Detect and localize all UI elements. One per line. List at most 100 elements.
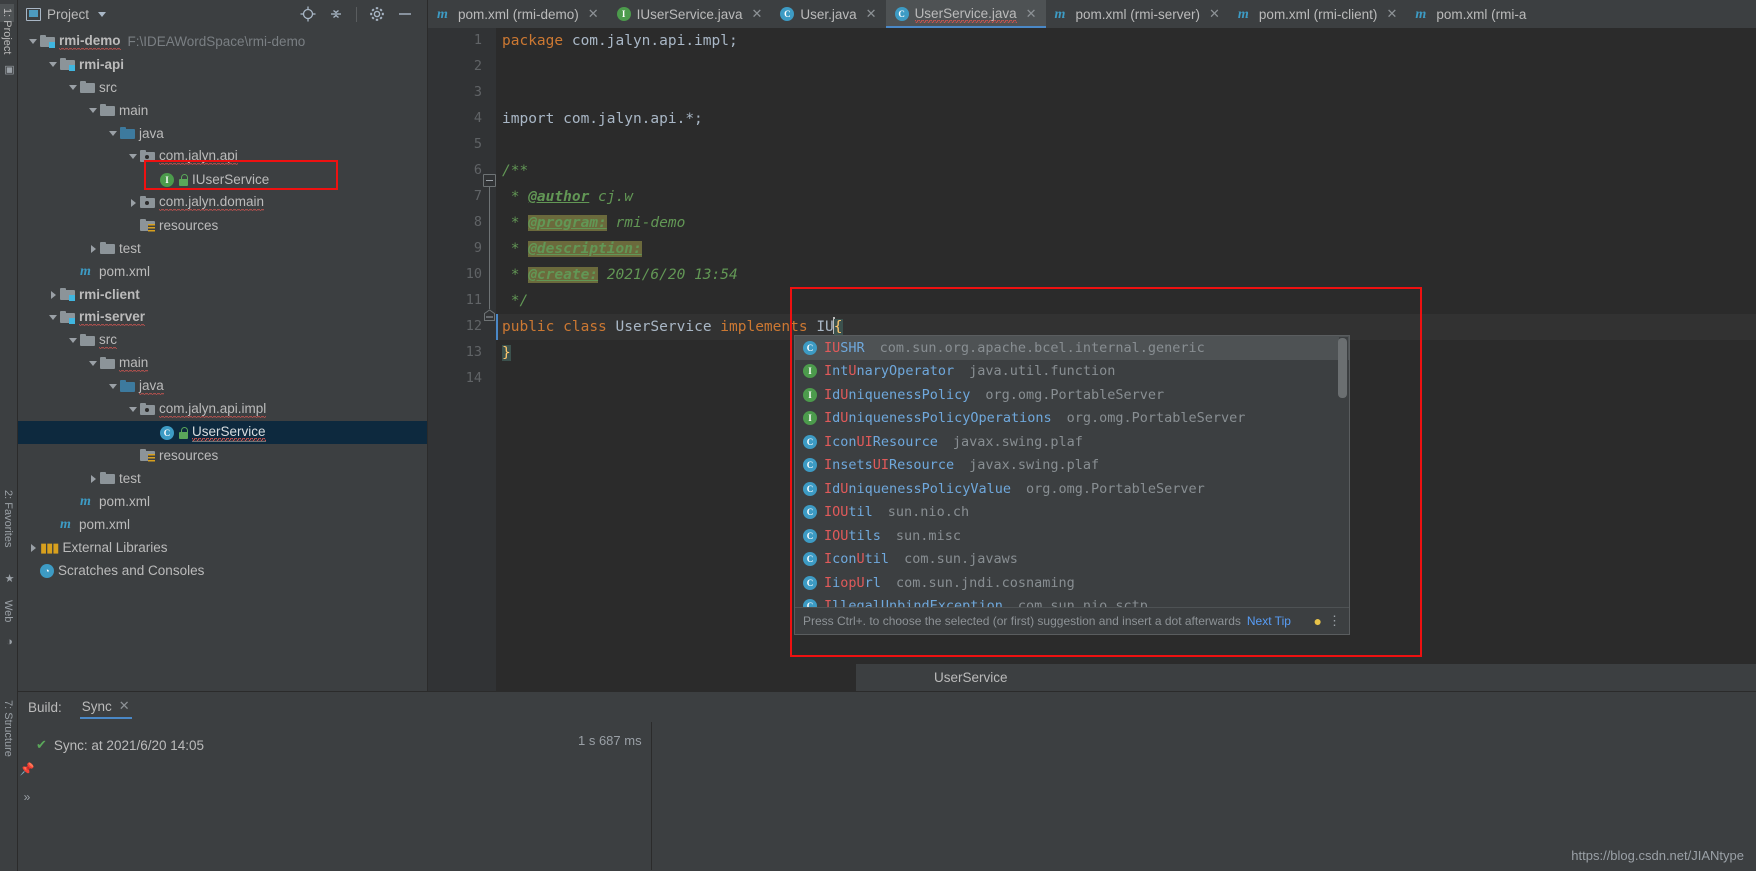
tree-node-pom-xml[interactable]: m pom.xml <box>18 260 427 283</box>
tree-expand-arrow[interactable] <box>66 76 80 99</box>
completion-item[interactable]: C IOUtils sun.misc <box>795 524 1349 548</box>
close-icon[interactable]: ✕ <box>119 698 130 714</box>
tree-node-com-jalyn-api[interactable]: com.jalyn.api <box>18 145 427 168</box>
tree-node-rmi-api[interactable]: rmi-api <box>18 53 427 76</box>
tree-node-com-jalyn-domain[interactable]: com.jalyn.domain <box>18 191 427 214</box>
tree-expand-arrow[interactable] <box>126 145 140 168</box>
tree-expand-arrow[interactable] <box>126 398 140 421</box>
tree-node-pom-xml[interactable]: m pom.xml <box>18 490 427 513</box>
tree-expand-arrow[interactable] <box>86 352 100 375</box>
sidebar-tab-web[interactable]: Web <box>2 600 14 622</box>
tree-node-main[interactable]: main <box>18 352 427 375</box>
tree-expand-arrow[interactable] <box>46 53 60 76</box>
tree-node-resources[interactable]: resources <box>18 444 427 467</box>
tree-node-test[interactable]: test <box>18 237 427 260</box>
tree-node-external-libraries[interactable]: ▮▮▮ External Libraries <box>18 536 427 559</box>
completion-scrollbar-track[interactable] <box>1338 337 1348 607</box>
folder-icon <box>100 472 115 485</box>
tree-node-java[interactable]: java <box>18 122 427 145</box>
fold-column[interactable] <box>483 28 496 691</box>
completion-item[interactable]: I IdUniquenessPolicyOperations org.omg.Por… <box>795 407 1349 431</box>
fold-collapse-icon[interactable] <box>483 174 496 187</box>
editor-tab-iuserservice-java[interactable]: I IUserService.java ✕ <box>608 0 772 28</box>
completion-item[interactable]: C IconUIResource javax.swing.plaf <box>795 430 1349 454</box>
chevron-down-icon[interactable] <box>98 11 107 17</box>
editor-tab-pom-xml-rmi-a[interactable]: m pom.xml (rmi-a <box>1406 0 1535 28</box>
build-results-tree[interactable]: 📌 » ✔ Sync: at 2021/6/20 14:05 1 s 687 m… <box>18 722 652 870</box>
line-number: 5 <box>473 136 482 152</box>
fold-end-icon[interactable] <box>483 309 496 322</box>
completion-item[interactable]: C IdUniquenessPolicyValue org.omg.Portable… <box>795 477 1349 501</box>
close-icon[interactable]: ✕ <box>1209 6 1220 22</box>
minimize-icon[interactable] <box>397 6 413 22</box>
editor-tab-pom-xml-rmi-server-[interactable]: m pom.xml (rmi-server) ✕ <box>1046 0 1229 28</box>
close-icon[interactable]: ✕ <box>588 6 599 22</box>
tree-collapse-arrow[interactable] <box>126 191 140 214</box>
tree-expand-arrow[interactable] <box>86 99 100 122</box>
build-tab-sync[interactable]: Sync ✕ <box>79 695 132 719</box>
tree-expand-arrow[interactable] <box>46 306 60 329</box>
pin-icon[interactable]: 📌 <box>20 762 35 776</box>
next-tip-link[interactable]: Next Tip <box>1247 614 1291 628</box>
gear-icon[interactable] <box>369 6 385 22</box>
tree-collapse-arrow[interactable] <box>86 467 100 490</box>
completion-item[interactable]: C IUSHR com.sun.org.apache.bcel.internal.g… <box>795 336 1349 360</box>
tree-node-src[interactable]: src <box>18 329 427 352</box>
expand-icon[interactable]: » <box>24 790 31 804</box>
editor-tab-user-java[interactable]: C User.java ✕ <box>771 0 885 28</box>
tree-node-test[interactable]: test <box>18 467 427 490</box>
editor-tab-userservice-java[interactable]: C UserService.java ✕ <box>885 0 1046 28</box>
tree-collapse-arrow[interactable] <box>26 536 40 559</box>
build-side-actions[interactable]: 📌 » <box>18 762 36 804</box>
close-icon[interactable]: ✕ <box>1386 6 1397 22</box>
tree-expand-arrow[interactable] <box>26 30 40 53</box>
editor-tab-pom-xml-rmi-demo-[interactable]: m pom.xml (rmi-demo) ✕ <box>428 0 608 28</box>
build-status-row[interactable]: ✔ Sync: at 2021/6/20 14:05 <box>18 733 651 757</box>
completion-item-name: IiopUrl <box>824 574 881 591</box>
code-completion-popup[interactable]: C IUSHR com.sun.org.apache.bcel.internal.g… <box>794 335 1350 635</box>
class-icon: C <box>160 425 174 440</box>
completion-item[interactable]: I IdUniquenessPolicy org.omg.PortableServe… <box>795 383 1349 407</box>
tree-node-java[interactable]: java <box>18 375 427 398</box>
tree-collapse-arrow[interactable] <box>86 237 100 260</box>
tree-node-src[interactable]: src <box>18 76 427 99</box>
tree-expand-arrow[interactable] <box>66 329 80 352</box>
code-editor[interactable]: 1 2 3 4 5 6 7 8 9 10 11 12 13 14 package com.jalyn.ap… <box>428 28 1756 691</box>
completion-item[interactable]: C IOUtil sun.nio.ch <box>795 501 1349 525</box>
line-number: 3 <box>473 84 482 100</box>
tree-node-pom-xml[interactable]: m pom.xml <box>18 513 427 536</box>
editor-tab-bar[interactable]: m pom.xml (rmi-demo) ✕ I IUserService.java ✕ C… <box>428 0 1756 28</box>
completion-item[interactable]: I IntUnaryOperator java.util.function <box>795 360 1349 384</box>
collapse-all-icon[interactable] <box>328 6 344 22</box>
more-options-icon[interactable]: ⋮ <box>1328 613 1341 629</box>
completion-item[interactable]: C IconUtil com.sun.javaws <box>795 548 1349 572</box>
tree-node-rmi-server[interactable]: rmi-server <box>18 306 427 329</box>
project-tree[interactable]: rmi-demo F:\IDEAWordSpace\rmi-demo rmi-api… <box>18 28 427 582</box>
tree-node-rmi-demo[interactable]: rmi-demo F:\IDEAWordSpace\rmi-demo <box>18 30 427 53</box>
close-icon[interactable]: ✕ <box>866 6 877 22</box>
completion-item[interactable]: C IllegalUnbindException com.sun.nio.sctp <box>795 595 1349 608</box>
tree-node-iuserservice[interactable]: I IUserService <box>18 168 427 191</box>
editor-tab-pom-xml-rmi-client-[interactable]: m pom.xml (rmi-client) ✕ <box>1229 0 1406 28</box>
tree-node-userservice[interactable]: C UserService <box>18 421 427 444</box>
tree-collapse-arrow[interactable] <box>46 283 60 306</box>
completion-item[interactable]: C InsetsUIResource javax.swing.plaf <box>795 454 1349 478</box>
close-icon[interactable]: ✕ <box>1026 6 1037 22</box>
lightbulb-icon[interactable]: ● <box>1314 613 1322 629</box>
tree-node-com-jalyn-api-impl[interactable]: com.jalyn.api.impl <box>18 398 427 421</box>
tree-node-rmi-client[interactable]: rmi-client <box>18 283 427 306</box>
sidebar-tab-favorites[interactable]: 2: Favorites <box>2 490 14 547</box>
tree-expand-arrow[interactable] <box>106 122 120 145</box>
editor-breadcrumb[interactable]: UserService <box>856 663 1756 691</box>
tree-node-scratches-and-consoles[interactable]: ◔ Scratches and Consoles <box>18 559 427 582</box>
locate-icon[interactable] <box>300 6 316 22</box>
completion-scrollbar-thumb[interactable] <box>1338 338 1347 398</box>
sidebar-tab-structure[interactable]: 7: Structure <box>2 700 14 757</box>
completion-item[interactable]: C IiopUrl com.sun.jndi.cosnaming <box>795 571 1349 595</box>
sidebar-tab-project[interactable]: 1: Project <box>0 4 14 54</box>
tree-node-main[interactable]: main <box>18 99 427 122</box>
tree-expand-arrow[interactable] <box>106 375 120 398</box>
completion-list[interactable]: C IUSHR com.sun.org.apache.bcel.internal.g… <box>795 336 1349 608</box>
tree-node-resources[interactable]: resources <box>18 214 427 237</box>
close-icon[interactable]: ✕ <box>751 6 762 22</box>
